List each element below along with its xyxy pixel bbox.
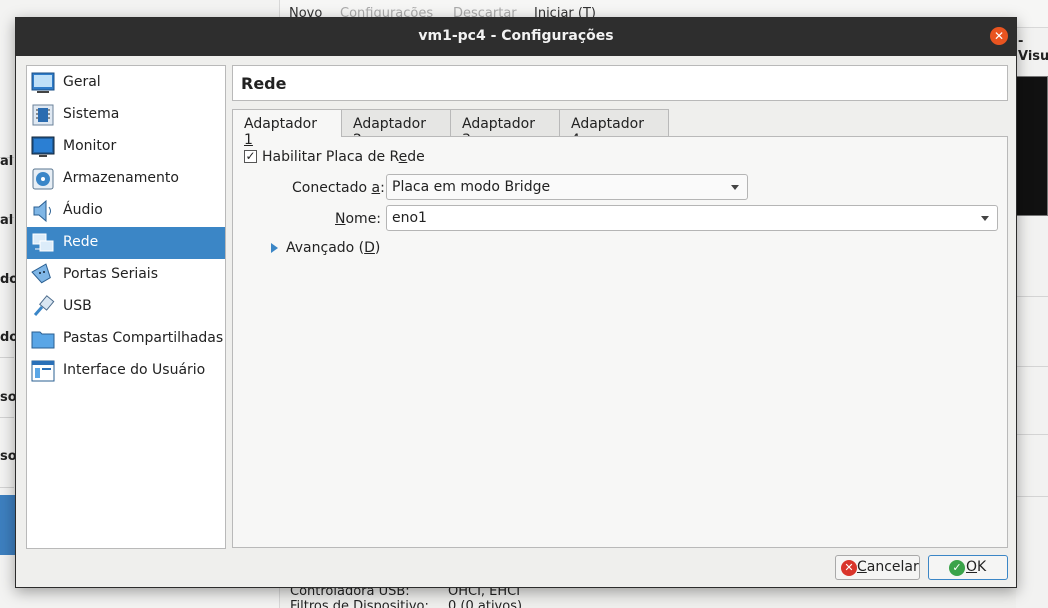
tab-label: Adaptador [244,116,317,132]
name-label: Nome: [335,211,381,227]
attached-to-value: Placa em modo Bridge [392,179,551,195]
label-shortcut-key: e [398,149,408,165]
settings-dialog: vm1-pc4 - Configurações ✕ Geral Sistema … [15,17,1017,588]
background-selected-vm [0,495,16,555]
label-shortcut-key: D [364,240,375,256]
enable-adapter-checkbox[interactable]: ✓ [244,150,257,163]
tab-adapter-4[interactable]: Adaptador 4 [559,109,669,148]
chip-icon [32,104,54,126]
label-text: ancelar [866,559,919,575]
sidebar-item-label: Portas Seriais [63,266,158,282]
dialog-titlebar[interactable]: vm1-pc4 - Configurações ✕ [16,18,1016,56]
label-text: Habilitar Placa de R [262,149,399,165]
sidebar-item-label: Armazenamento [63,170,179,186]
usb-icon [33,295,55,316]
background-preview-label: -Visu [1018,34,1048,64]
sidebar-item-user-interface[interactable]: Interface do Usuário [27,355,225,387]
monitor-general-icon [31,72,55,93]
sidebar-item-label: USB [63,298,92,314]
label-text: ome: [345,211,382,227]
sidebar-item-system[interactable]: Sistema [27,99,225,131]
disk-icon [32,168,54,190]
ok-button[interactable]: ✓ OK [928,555,1008,580]
label-text: : [380,180,385,196]
ok-label: OK [966,559,986,575]
display-icon [31,136,55,157]
sidebar-item-label: Monitor [63,138,117,154]
cancel-label: Cancelar [857,559,919,575]
sidebar-item-label: Geral [63,74,101,90]
advanced-toggle[interactable]: Avançado (D) [286,240,380,256]
background-preview [1016,76,1048,216]
network-icon [32,233,54,252]
expand-arrow-icon[interactable] [271,243,278,253]
sidebar-item-label: Sistema [63,106,120,122]
tab-adapter-1[interactable]: Adaptador 1 [232,109,342,148]
ok-icon: ✓ [949,560,965,576]
sidebar-item-general[interactable]: Geral [27,67,225,99]
label-text: Conectado [292,180,372,196]
tab-shortcut-key: 1 [244,132,253,148]
name-select[interactable]: eno1 [386,205,998,231]
chevron-down-icon [731,185,739,190]
tab-adapter-2[interactable]: Adaptador 2 [341,109,451,148]
tab-label: Adaptador [571,116,644,132]
sidebar-item-display[interactable]: Monitor [27,131,225,163]
background-fragment: al [0,213,14,228]
sidebar-item-label: Rede [63,234,99,250]
sidebar-item-storage[interactable]: Armazenamento [27,163,225,195]
settings-sidebar: Geral Sistema Monitor Armazenamento Áudi… [26,65,226,549]
attached-to-select[interactable]: Placa em modo Bridge [386,174,748,200]
cancel-icon: ✕ [841,560,857,576]
sidebar-item-label: Pastas Compartilhadas [63,330,224,346]
label-text: ) [374,240,381,256]
sidebar-item-audio[interactable]: Áudio [27,195,225,227]
background-filters-label: Filtros de Dispositivo: [290,599,429,608]
sidebar-item-network[interactable]: Rede [27,227,225,259]
dialog-title: vm1-pc4 - Configurações [418,28,614,44]
adapter-tabs: Adaptador 1 Adaptador 2 Adaptador 3 Adap… [232,109,1008,148]
label-shortcut-key: a [371,180,381,196]
sidebar-item-label: Interface do Usuário [63,362,206,378]
background-details: -Visu [1016,28,1048,608]
label-text: de [407,149,425,165]
enable-adapter-label[interactable]: Habilitar Placa de Rede [262,149,425,165]
background-filters-value: 0 (0 ativos) [448,599,523,608]
folder-icon [31,331,55,349]
name-value: eno1 [392,210,427,226]
label-text: Avançado ( [286,240,365,256]
close-icon[interactable]: ✕ [990,27,1008,45]
label-shortcut-key: O [966,559,978,575]
label-shortcut-key: N [335,211,346,227]
serial-port-icon [31,263,51,284]
sidebar-item-serial-ports[interactable]: Portas Seriais [27,259,225,291]
window-icon [31,360,55,382]
page-title: Rede [241,74,287,93]
tab-adapter-3[interactable]: Adaptador 3 [450,109,560,148]
label-shortcut-key: C [857,559,867,575]
page-header: Rede [232,65,1008,101]
background-fragment: al [0,154,14,169]
tab-label: Adaptador [462,116,535,132]
tab-label: Adaptador [353,116,426,132]
adapter-panel: ✓ Habilitar Placa de Rede Conectado a: P… [232,136,1008,548]
label-text: K [977,559,987,575]
sidebar-item-usb[interactable]: USB [27,291,225,323]
sidebar-item-label: Áudio [63,202,103,218]
chevron-down-icon [981,216,989,221]
cancel-button[interactable]: ✕ Cancelar [835,555,920,580]
sidebar-item-shared-folders[interactable]: Pastas Compartilhadas [27,323,225,355]
speaker-icon [33,199,51,223]
attached-to-label: Conectado a: [292,180,385,196]
